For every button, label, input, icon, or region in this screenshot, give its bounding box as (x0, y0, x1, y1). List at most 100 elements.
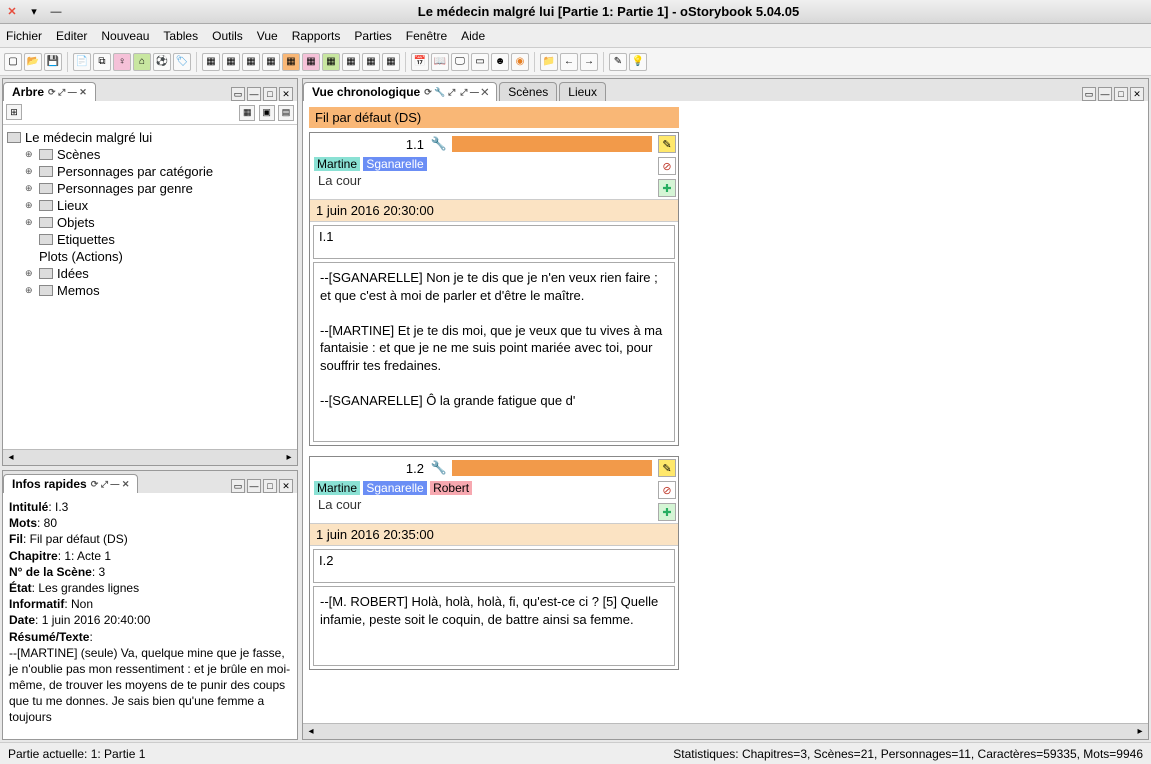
tab-scenes[interactable]: Scènes (499, 82, 557, 101)
tree-item-plots[interactable]: Plots (Actions) (7, 248, 293, 265)
char-martine[interactable]: Martine (314, 157, 360, 171)
toolbar-grid8-icon[interactable]: ▦ (342, 53, 360, 71)
toolbar-book-icon[interactable]: 📖 (431, 53, 449, 71)
delete-icon[interactable]: ⊘ (658, 481, 676, 499)
toolbar-card-icon[interactable]: ▭ (471, 53, 489, 71)
expand-icon[interactable]: ⊕ (25, 285, 35, 296)
menu-nouveau[interactable]: Nouveau (101, 29, 149, 43)
panel-float-icon[interactable]: ▭ (1082, 87, 1096, 101)
panel-close-icon[interactable]: ✕ (1130, 87, 1144, 101)
toolbar-new-icon[interactable]: ▢ (4, 53, 22, 71)
panel-close-icon[interactable]: ✕ (279, 87, 293, 101)
edit-icon[interactable]: ✎ (658, 459, 676, 477)
toolbar-spiral-icon[interactable]: ◉ (511, 53, 529, 71)
wrench-icon[interactable]: 🔧 (430, 136, 448, 152)
scene-title-field[interactable]: I.2 (313, 549, 675, 583)
expand-icon[interactable]: ⊕ (25, 217, 35, 228)
tree-item-persos-genre[interactable]: ⊕Personnages par genre (7, 180, 293, 197)
tree-item-scenes[interactable]: ⊕Scènes (7, 146, 293, 163)
toolbar-grid9-icon[interactable]: ▦ (362, 53, 380, 71)
infos-tab[interactable]: Infos rapides ⟳ ⤢ — ✕ (3, 474, 138, 493)
toolbar-grid7-icon[interactable]: ▦ (322, 53, 340, 71)
scene-text[interactable]: --[M. ROBERT] Holà, holà, holà, fi, qu'e… (313, 586, 675, 666)
expand-icon[interactable]: ⊕ (25, 166, 35, 177)
toolbar-bulb-icon[interactable]: 💡 (629, 53, 647, 71)
toolbar-grid3-icon[interactable]: ▦ (242, 53, 260, 71)
toolbar-open-icon[interactable]: 📂 (24, 53, 42, 71)
char-robert[interactable]: Robert (430, 481, 472, 495)
tree-item-lieux[interactable]: ⊕Lieux (7, 197, 293, 214)
toolbar-arrow-right-icon[interactable]: → (580, 53, 598, 71)
delete-icon[interactable]: ⊘ (658, 157, 676, 175)
toolbar-ball-icon[interactable]: ⚽ (153, 53, 171, 71)
panel-float-icon[interactable]: ▭ (231, 87, 245, 101)
toolbar-grid2-icon[interactable]: ▦ (222, 53, 240, 71)
tree-item-memos[interactable]: ⊕Memos (7, 282, 293, 299)
tree-item-objets[interactable]: ⊕Objets (7, 214, 293, 231)
panel-max-icon[interactable]: □ (263, 87, 277, 101)
toolbar-doc-icon[interactable]: 📄 (73, 53, 91, 71)
toolbar-arrow-left-icon[interactable]: ← (560, 53, 578, 71)
toolbar-copy-icon[interactable]: ⧉ (93, 53, 111, 71)
panel-max-icon[interactable]: □ (1114, 87, 1128, 101)
expand-icon[interactable]: ⊕ (25, 183, 35, 194)
toolbar-clear-icon[interactable]: ✎ (609, 53, 627, 71)
panel-min-icon[interactable]: — (247, 479, 261, 493)
tab-lieux[interactable]: Lieux (559, 82, 606, 101)
edit-icon[interactable]: ✎ (658, 135, 676, 153)
menu-rapports[interactable]: Rapports (292, 29, 341, 43)
panel-min-icon[interactable]: — (1098, 87, 1112, 101)
window-menu-icon[interactable]: ▾ (26, 4, 42, 20)
toolbar-grid10-icon[interactable]: ▦ (382, 53, 400, 71)
scene-title-field[interactable]: I.1 (313, 225, 675, 259)
chrono-hscrollbar[interactable]: ◂▸ (303, 723, 1148, 739)
expand-icon[interactable]: ⊕ (25, 149, 35, 160)
tree-structure-icon[interactable]: ⊞ (6, 104, 22, 120)
tree-item-idees[interactable]: ⊕Idées (7, 265, 293, 282)
menu-fichier[interactable]: Fichier (6, 29, 42, 43)
toolbar-grid5-icon[interactable]: ▦ (282, 53, 300, 71)
toolbar-grid6-icon[interactable]: ▦ (302, 53, 320, 71)
window-minimize-icon[interactable]: — (48, 4, 64, 20)
panel-float-icon[interactable]: ▭ (231, 479, 245, 493)
menu-parties[interactable]: Parties (354, 29, 391, 43)
tree-expand-icon[interactable]: ▦ (239, 105, 255, 121)
toolbar-tag-icon[interactable]: 🏷 (173, 53, 191, 71)
tree-hscrollbar[interactable]: ◂▸ (3, 449, 297, 465)
tree-view-icon[interactable]: ▤ (278, 105, 294, 121)
toolbar-person-icon[interactable]: ♀ (113, 53, 131, 71)
expand-icon[interactable]: ⊕ (25, 200, 35, 211)
tree-root[interactable]: Le médecin malgré lui (7, 129, 293, 146)
wrench-icon[interactable]: 🔧 (430, 460, 448, 476)
chrono-tab[interactable]: Vue chronologique ⟳ 🔧 ⤢ ⤢ — ✕ (303, 82, 497, 101)
add-icon[interactable]: ✚ (658, 503, 676, 521)
window-close-icon[interactable]: ✕ (4, 4, 20, 20)
tree-item-persos-cat[interactable]: ⊕Personnages par catégorie (7, 163, 293, 180)
char-sganarelle[interactable]: Sganarelle (363, 481, 426, 495)
menu-outils[interactable]: Outils (212, 29, 243, 43)
menu-fenetre[interactable]: Fenêtre (406, 29, 447, 43)
panel-min-icon[interactable]: — (247, 87, 261, 101)
toolbar-face-icon[interactable]: ☻ (491, 53, 509, 71)
char-sganarelle[interactable]: Sganarelle (363, 157, 426, 171)
toolbar-location-icon[interactable]: ⌂ (133, 53, 151, 71)
tree-tab[interactable]: Arbre ⟳ ⤢ — ✕ (3, 82, 96, 101)
toolbar-cal-icon[interactable]: 📅 (411, 53, 429, 71)
tree-collapse-icon[interactable]: ▣ (259, 105, 275, 121)
toolbar-grid4-icon[interactable]: ▦ (262, 53, 280, 71)
toolbar-folder2-icon[interactable]: 📁 (540, 53, 558, 71)
add-icon[interactable]: ✚ (658, 179, 676, 197)
toolbar-screen-icon[interactable]: 🖵 (451, 53, 469, 71)
char-martine[interactable]: Martine (314, 481, 360, 495)
scene-text[interactable]: --[SGANARELLE] Non je te dis que je n'en… (313, 262, 675, 442)
menu-aide[interactable]: Aide (461, 29, 485, 43)
panel-max-icon[interactable]: □ (263, 479, 277, 493)
tree-item-etiquettes[interactable]: Etiquettes (7, 231, 293, 248)
panel-close-icon[interactable]: ✕ (279, 479, 293, 493)
menu-editer[interactable]: Editer (56, 29, 87, 43)
toolbar-grid1-icon[interactable]: ▦ (202, 53, 220, 71)
menu-tables[interactable]: Tables (163, 29, 198, 43)
expand-icon[interactable]: ⊕ (25, 268, 35, 279)
menu-vue[interactable]: Vue (257, 29, 278, 43)
toolbar-save-icon[interactable]: 💾 (44, 53, 62, 71)
